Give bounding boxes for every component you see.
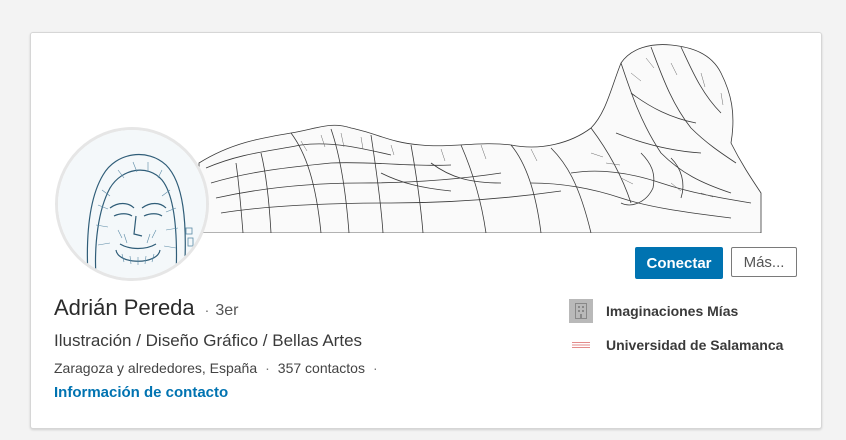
meta-separator: ·	[265, 360, 270, 376]
profile-name-row: Adrián Pereda · 3er	[54, 295, 238, 321]
profile-avatar[interactable]	[55, 127, 209, 281]
profile-name: Adrián Pereda	[54, 295, 195, 320]
company-building-icon	[569, 299, 593, 323]
connect-button[interactable]: Conectar	[635, 247, 723, 279]
profile-card: Conectar Más... Adrián Pereda · 3er Ilus…	[30, 32, 822, 429]
profile-location: Zaragoza y alrededores, España	[54, 360, 258, 376]
profile-headline: Ilustración / Diseño Gráfico / Bellas Ar…	[54, 331, 363, 350]
university-logo-icon	[569, 333, 593, 357]
contact-info-link[interactable]: Información de contacto	[54, 384, 228, 401]
connections-count[interactable]: 357 contactos	[278, 360, 365, 376]
education-item[interactable]: Universidad de Salamanca	[569, 333, 783, 357]
profile-meta-row: Zaragoza y alrededores, España · 357 conta…	[54, 360, 386, 376]
connection-degree-badge: 3er	[215, 302, 239, 319]
meta-separator: ·	[372, 360, 378, 376]
degree-separator: ·	[204, 302, 210, 318]
current-company-item[interactable]: Imaginaciones Mías	[569, 299, 738, 323]
school-name: Universidad de Salamanca	[606, 337, 784, 353]
more-button[interactable]: Más...	[731, 247, 797, 277]
company-name: Imaginaciones Mías	[606, 303, 739, 319]
